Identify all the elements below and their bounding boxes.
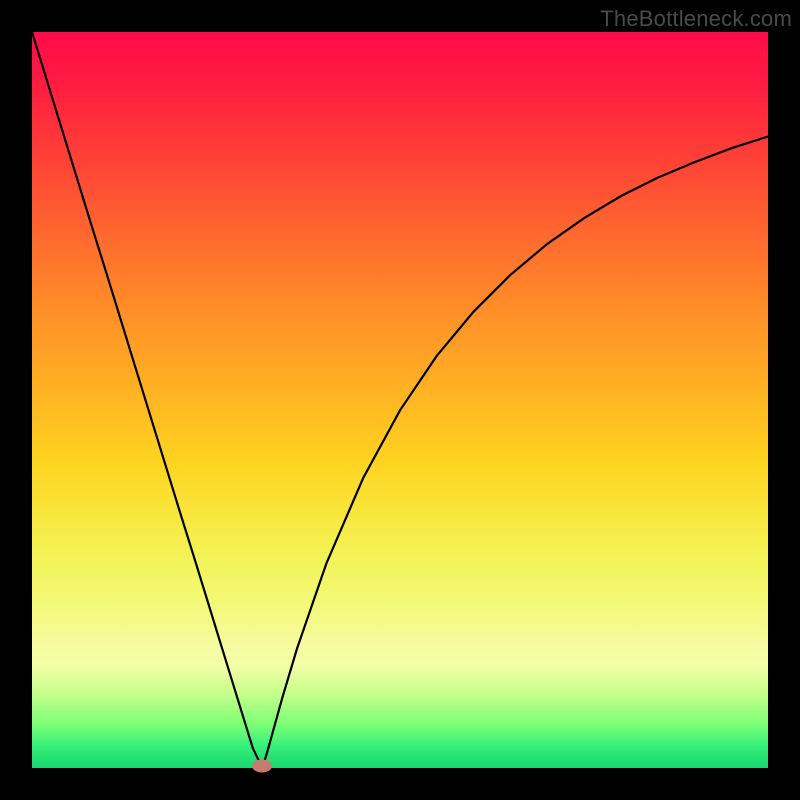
optimal-point-marker xyxy=(252,759,272,772)
bottleneck-curve xyxy=(32,32,768,768)
watermark-text: TheBottleneck.com xyxy=(600,6,792,32)
plot-area xyxy=(32,32,768,768)
chart-frame: TheBottleneck.com xyxy=(0,0,800,800)
